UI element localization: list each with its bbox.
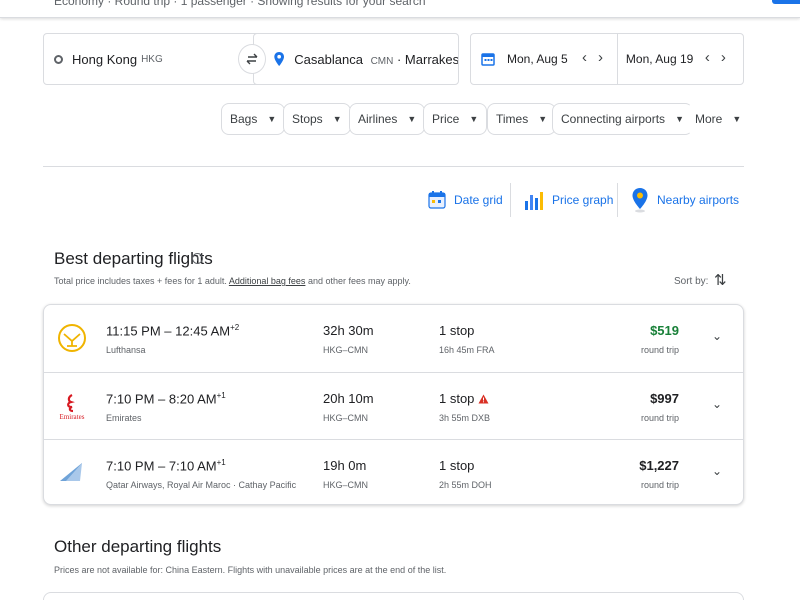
date-grid-icon xyxy=(428,191,446,209)
flight-row[interactable]: 11:15 PM – 12:45 AM+2 Lufthansa 32h 30m … xyxy=(44,305,743,372)
depart-prev-chevron-icon[interactable]: ‹ xyxy=(582,49,587,66)
caret-down-icon: ▼ xyxy=(469,114,479,124)
unavailable-prices-note: Prices are not available for: China East… xyxy=(54,565,447,575)
price-graph-icon xyxy=(525,192,543,210)
location-pin-icon xyxy=(274,51,284,67)
divider xyxy=(43,166,744,167)
sort-label: Sort by: xyxy=(674,276,709,287)
layover-detail: 16h 45m FRA xyxy=(439,345,495,355)
caret-down-icon: ▼ xyxy=(732,114,742,124)
account-button[interactable] xyxy=(772,0,800,4)
filter-bags[interactable]: Bags ▼ xyxy=(221,103,286,135)
flight-times: 7:10 PM – 7:10 AM+1 xyxy=(106,458,226,474)
date-range-field[interactable]: Mon, Aug 5 ‹ › Mon, Aug 19 ‹ › xyxy=(470,33,744,85)
flight-route: HKG–CMN xyxy=(323,480,369,490)
flight-duration: 20h 10m xyxy=(323,391,374,406)
calendar-icon xyxy=(481,53,495,66)
flight-row[interactable]: 7:10 PM – 7:10 AM+1 Qatar Airways, Royal… xyxy=(44,439,743,506)
depart-date: Mon, Aug 5 xyxy=(507,52,568,66)
swap-button[interactable] xyxy=(238,44,266,74)
origin-code: HKG xyxy=(141,53,163,65)
filter-price[interactable]: Price ▼ xyxy=(423,103,488,135)
best-flights-list: 11:15 PM – 12:45 AM+2 Lufthansa 32h 30m … xyxy=(43,304,744,505)
flight-times: 7:10 PM – 8:20 AM+1 xyxy=(106,391,226,407)
tool-separator xyxy=(510,183,511,217)
expand-chevron-icon[interactable]: ⌄ xyxy=(712,464,722,478)
flight-stops: 1 stop xyxy=(439,391,489,406)
nearby-airports-pin-icon xyxy=(632,188,648,213)
layover-detail: 3h 55m DXB xyxy=(439,413,491,423)
flight-duration: 32h 30m xyxy=(323,323,374,338)
svg-text:Emirates: Emirates xyxy=(60,413,85,421)
swap-icon xyxy=(246,53,258,65)
destination-city: Casablanca xyxy=(294,51,363,67)
airline-name: Lufthansa xyxy=(106,345,146,355)
caret-down-icon: ▼ xyxy=(332,114,342,124)
origin-field[interactable]: Hong Kong HKG xyxy=(43,33,260,85)
trip-type: round trip xyxy=(640,480,679,490)
price-note: Total price includes taxes + fees for 1 … xyxy=(54,276,411,286)
caret-down-icon: ▼ xyxy=(675,114,684,124)
flight-price: $997 xyxy=(650,391,679,406)
return-date: Mon, Aug 19 xyxy=(625,52,694,66)
caret-down-icon: ▼ xyxy=(538,114,548,124)
info-icon[interactable]: i xyxy=(192,253,203,264)
trip-type: round trip xyxy=(640,413,679,423)
flight-route: HKG–CMN xyxy=(323,413,369,423)
bag-fees-link[interactable]: Additional bag fees xyxy=(229,276,306,286)
layover-detail: 2h 55m DOH xyxy=(439,480,492,490)
other-flights-title: Other departing flights xyxy=(54,537,222,556)
price-graph-button[interactable]: Price graph xyxy=(524,183,613,217)
flight-row[interactable]: Emirates 7:10 PM – 8:20 AM+1 Emirates 20… xyxy=(44,372,743,439)
flight-stops: 1 stop xyxy=(439,323,475,338)
tool-separator xyxy=(617,183,618,217)
flight-times: 11:15 PM – 12:45 AM+2 xyxy=(106,323,240,339)
flight-duration: 19h 0m xyxy=(323,458,367,473)
airline-name: Emirates xyxy=(106,413,142,423)
filter-airlines[interactable]: Airlines ▼ xyxy=(349,103,426,135)
date-grid-button[interactable]: Date grid xyxy=(428,183,503,217)
destination-extra: · Marrakesh ... xyxy=(396,51,458,67)
trip-type: round trip xyxy=(640,345,679,355)
caret-down-icon: ▼ xyxy=(407,114,417,124)
return-prev-chevron-icon[interactable]: ‹ xyxy=(705,49,710,66)
sort-icon[interactable]: ⇅ xyxy=(714,271,727,289)
origin-city: Hong Kong xyxy=(72,51,138,67)
filter-more[interactable]: More ▼ xyxy=(687,103,750,135)
emirates-logo: Emirates xyxy=(60,394,85,421)
expand-chevron-icon[interactable]: ⌄ xyxy=(712,397,722,411)
return-next-chevron-icon[interactable]: › xyxy=(721,49,726,66)
flight-price: $519 xyxy=(650,323,679,338)
operating-carrier: Cathay Pacific xyxy=(238,480,297,490)
other-flights-list xyxy=(43,592,744,600)
depart-date-field[interactable]: Mon, Aug 5 ‹ › xyxy=(471,34,618,84)
destination-field[interactable]: Casablanca CMN · Marrakesh ... xyxy=(253,33,459,85)
airline-name: Qatar Airways, Royal Air Maroc · Cathay … xyxy=(106,480,297,490)
flight-route: HKG–CMN xyxy=(323,345,369,355)
warning-icon xyxy=(478,394,489,403)
filter-times[interactable]: Times ▼ xyxy=(487,103,557,135)
caret-down-icon: ▼ xyxy=(267,114,277,124)
return-date-field[interactable]: Mon, Aug 19 ‹ › xyxy=(618,34,743,84)
top-bar-text: Economy · Round trip · 1 passenger · Sho… xyxy=(54,0,426,8)
destination-code: CMN xyxy=(370,55,394,67)
expand-chevron-icon[interactable]: ⌄ xyxy=(712,329,722,343)
depart-next-chevron-icon[interactable]: › xyxy=(598,49,603,66)
filter-stops[interactable]: Stops ▼ xyxy=(283,103,351,135)
flight-stops: 1 stop xyxy=(439,458,475,473)
cathay-logo xyxy=(60,463,82,481)
lufthansa-logo xyxy=(58,324,86,352)
top-bar: Economy · Round trip · 1 passenger · Sho… xyxy=(0,0,800,18)
nearby-airports-button[interactable]: Nearby airports xyxy=(631,183,739,217)
best-flights-title: Best departing flights xyxy=(54,249,213,268)
flight-price: $1,227 xyxy=(639,458,679,473)
origin-circle-icon xyxy=(54,54,63,64)
filter-connecting-airports[interactable]: Connecting airports ▼ xyxy=(552,103,693,135)
